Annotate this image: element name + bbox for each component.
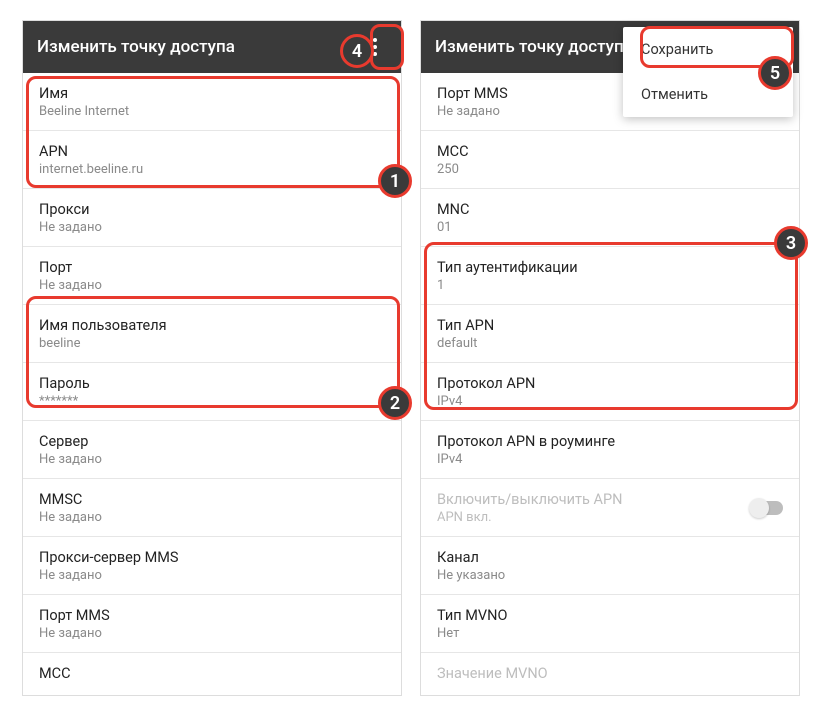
item-label: Тип APN <box>437 317 783 334</box>
toggle-icon <box>751 501 783 515</box>
item-port[interactable]: Порт Не задано <box>23 247 401 305</box>
item-label: Включить/выключить APN <box>437 491 783 508</box>
item-mms-proxy[interactable]: Прокси-сервер MMS Не задано <box>23 537 401 595</box>
item-label: Имя <box>39 85 385 102</box>
item-value: 01 <box>437 220 783 235</box>
item-server[interactable]: Сервер Не задано <box>23 421 401 479</box>
item-label: MCC <box>437 143 783 160</box>
item-label: Прокси <box>39 201 385 218</box>
item-value: beeline <box>39 336 385 351</box>
item-label: Имя пользователя <box>39 317 385 334</box>
item-proxy[interactable]: Прокси Не задано <box>23 189 401 247</box>
item-apn-enable: Включить/выключить APN APN вкл. <box>421 479 799 537</box>
item-label: Порт <box>39 259 385 276</box>
phone-right: Изменить точку доступа Сохранить Отменит… <box>420 20 800 696</box>
item-label: Тип MVNO <box>437 607 783 624</box>
item-mvno-type[interactable]: Тип MVNO Нет <box>421 595 799 653</box>
item-label: Протокол APN в роуминге <box>437 433 783 450</box>
item-mcc-cut[interactable]: MCC <box>23 653 401 695</box>
item-channel[interactable]: Канал Не указано <box>421 537 799 595</box>
item-auth-type[interactable]: Тип аутентификации 1 <box>421 247 799 305</box>
settings-list-right: Порт MMS Не задано MCC 250 MNC 01 Тип ау… <box>421 73 799 695</box>
item-value: Не задано <box>39 278 385 293</box>
menu-cancel[interactable]: Отменить <box>623 72 793 117</box>
item-username[interactable]: Имя пользователя beeline <box>23 305 401 363</box>
item-label: Прокси-сервер MMS <box>39 549 385 566</box>
item-value: IPv4 <box>437 452 783 467</box>
item-value: Не задано <box>39 568 385 583</box>
item-label: Значение MVNO <box>437 665 783 682</box>
item-mmsc[interactable]: MMSC Не задано <box>23 479 401 537</box>
item-mms-port[interactable]: Порт MMS Не задано <box>23 595 401 653</box>
item-value: Нет <box>437 626 783 641</box>
item-label: Сервер <box>39 433 385 450</box>
item-value: IPv4 <box>437 394 783 409</box>
item-label: MMSC <box>39 491 385 508</box>
item-mnc[interactable]: MNC 01 <box>421 189 799 247</box>
menu-save[interactable]: Сохранить <box>623 27 793 72</box>
phone-left: Изменить точку доступа Имя Beeline Inter… <box>22 20 402 696</box>
item-value: Не задано <box>39 510 385 525</box>
item-value: 1 <box>437 278 783 293</box>
item-value: internet.beeline.ru <box>39 162 385 177</box>
item-name[interactable]: Имя Beeline Internet <box>23 73 401 131</box>
item-mcc[interactable]: MCC 250 <box>421 131 799 189</box>
item-label: MNC <box>437 201 783 218</box>
item-label: APN <box>39 143 385 160</box>
item-apn-protocol[interactable]: Протокол APN IPv4 <box>421 363 799 421</box>
item-value: APN вкл. <box>437 510 783 525</box>
item-label: Протокол APN <box>437 375 783 392</box>
item-label: Порт MMS <box>39 607 385 624</box>
item-value: 250 <box>437 162 783 177</box>
item-value: Не задано <box>39 626 385 641</box>
settings-list-left: Имя Beeline Internet APN internet.beelin… <box>23 73 401 695</box>
item-value: Не указано <box>437 568 783 583</box>
item-apn-roaming[interactable]: Протокол APN в роуминге IPv4 <box>421 421 799 479</box>
item-label: Канал <box>437 549 783 566</box>
overflow-menu: Сохранить Отменить <box>623 27 793 117</box>
header: Изменить точку доступа <box>23 21 401 73</box>
item-label: MCC <box>39 665 385 682</box>
page-title: Изменить точку доступа <box>37 37 235 57</box>
page-title: Изменить точку доступа <box>435 37 633 57</box>
item-value: ******* <box>39 394 385 409</box>
item-value: Не задано <box>39 220 385 235</box>
item-mvno-value: Значение MVNO <box>421 653 799 695</box>
item-label: Пароль <box>39 375 385 392</box>
item-value: default <box>437 336 783 351</box>
item-label: Тип аутентификации <box>437 259 783 276</box>
item-apn-type[interactable]: Тип APN default <box>421 305 799 363</box>
item-password[interactable]: Пароль ******* <box>23 363 401 421</box>
item-value: Не задано <box>39 452 385 467</box>
item-value: Beeline Internet <box>39 104 385 119</box>
more-menu-icon[interactable] <box>363 35 387 59</box>
item-apn[interactable]: APN internet.beeline.ru <box>23 131 401 189</box>
